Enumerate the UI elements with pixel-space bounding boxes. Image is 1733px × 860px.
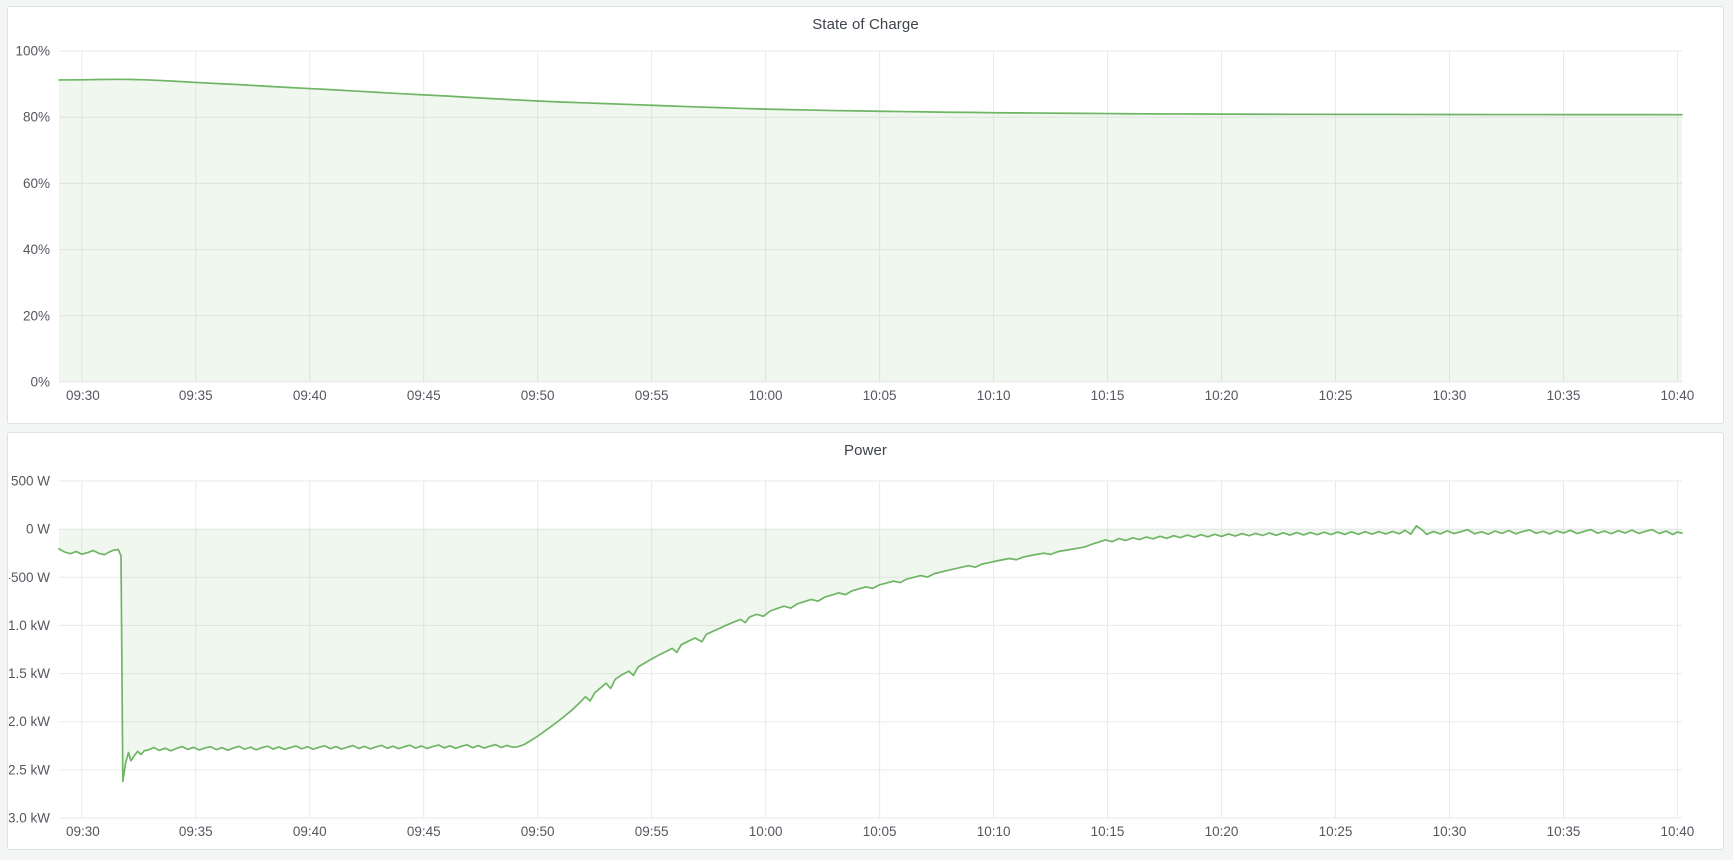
y-tick-label: -2.0 kW: [9, 714, 50, 729]
x-tick-label: 10:00: [749, 824, 783, 839]
x-tick-label: 09:35: [179, 388, 213, 403]
y-tick-label: -500 W: [9, 570, 50, 585]
y-tick-label: -3.0 kW: [9, 811, 50, 826]
x-tick-label: 10:20: [1205, 824, 1239, 839]
panel-state-of-charge: State of Charge 100% 80% 60% 40% 20% 0% 09:30 0…: [7, 6, 1724, 424]
y-tick-label: 100%: [15, 44, 50, 59]
x-tick-label: 09:30: [66, 824, 100, 839]
series-area-state-of-charge: [59, 79, 1682, 382]
y-tick-label: -1.0 kW: [9, 618, 50, 633]
x-tick-label: 10:10: [977, 824, 1011, 839]
x-tick-label: 10:10: [977, 388, 1011, 403]
x-tick-label: 10:05: [863, 824, 897, 839]
y-tick-label: 60%: [23, 176, 50, 191]
x-tick-label: 09:55: [635, 824, 669, 839]
x-tick-label: 09:45: [407, 824, 441, 839]
x-tick-label: 09:55: [635, 388, 669, 403]
x-tick-label: 09:30: [66, 388, 100, 403]
x-tick-label: 10:35: [1547, 824, 1581, 839]
x-tick-label: 10:15: [1091, 388, 1125, 403]
chart-svg: 500 W 0 W -500 W -1.0 kW -1.5 kW -2.0 kW -2.5 …: [9, 465, 1722, 848]
x-tick-label: 10:40: [1661, 824, 1695, 839]
x-tick-label: 09:40: [293, 388, 327, 403]
x-tick-label: 09:50: [521, 388, 555, 403]
x-tick-label: 09:35: [179, 824, 213, 839]
x-tick-label: 10:15: [1091, 824, 1125, 839]
x-tick-label: 10:25: [1319, 824, 1353, 839]
y-tick-label: -2.5 kW: [9, 762, 50, 777]
state-of-charge-chart[interactable]: 100% 80% 60% 40% 20% 0% 09:30 09:35 09:40 09:45 09…: [9, 39, 1722, 422]
y-tick-label: 40%: [23, 242, 50, 257]
y-tick-label: -1.5 kW: [9, 666, 50, 681]
x-tick-label: 10:35: [1547, 388, 1581, 403]
panel-title-power: Power: [8, 433, 1723, 465]
y-tick-label: 500 W: [11, 474, 50, 489]
x-tick-label: 10:25: [1319, 388, 1353, 403]
y-tick-label: 80%: [23, 110, 50, 125]
y-tick-label: 0%: [30, 375, 50, 390]
x-tick-label: 09:45: [407, 388, 441, 403]
panel-power: Power 500 W 0 W -500 W -1.0 kW -1.5 kW -2.0 k…: [7, 432, 1724, 850]
panel-title-state-of-charge: State of Charge: [8, 7, 1723, 39]
x-tick-label: 10:30: [1433, 388, 1467, 403]
power-chart[interactable]: 500 W 0 W -500 W -1.0 kW -1.5 kW -2.0 kW -2.5 …: [9, 465, 1722, 848]
x-tick-label: 10:00: [749, 388, 783, 403]
x-tick-label: 10:20: [1205, 388, 1239, 403]
y-tick-label: 0 W: [26, 522, 50, 537]
y-tick-label: 20%: [23, 308, 50, 323]
x-tick-label: 09:50: [521, 824, 555, 839]
x-tick-label: 09:40: [293, 824, 327, 839]
x-tick-label: 10:30: [1433, 824, 1467, 839]
series-area-power: [59, 526, 1682, 782]
chart-svg: 100% 80% 60% 40% 20% 0% 09:30 09:35 09:40 09:45 09…: [9, 39, 1722, 422]
x-tick-label: 10:05: [863, 388, 897, 403]
x-tick-label: 10:40: [1661, 388, 1695, 403]
